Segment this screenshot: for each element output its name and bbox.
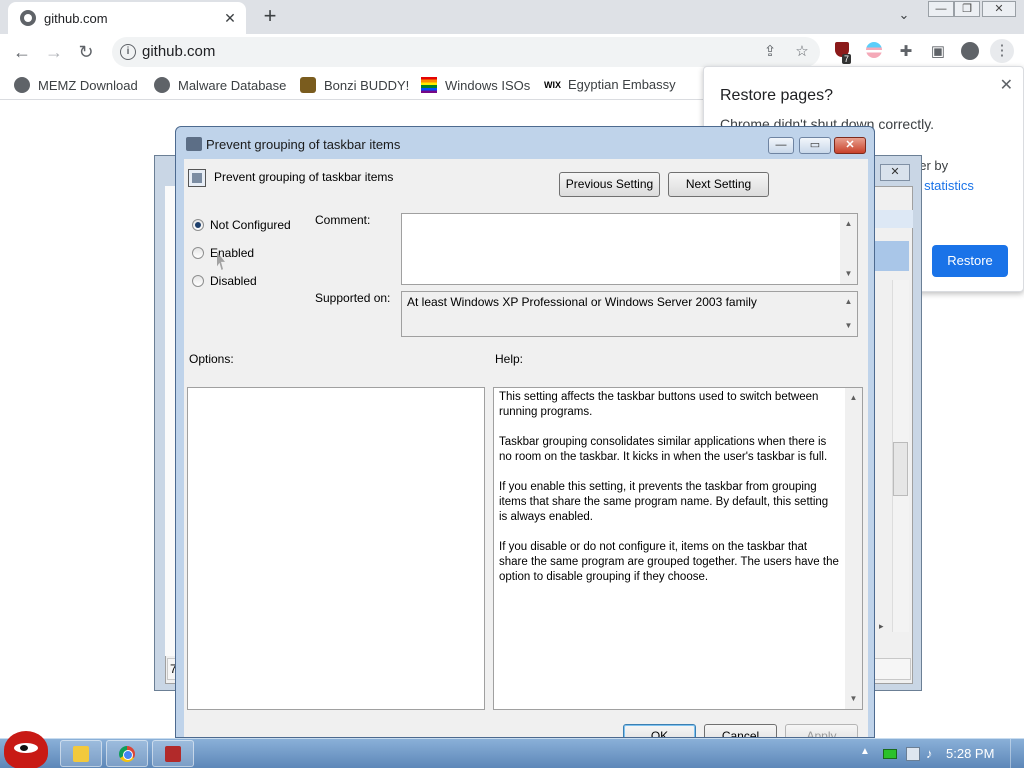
reload-icon[interactable]: ↻ xyxy=(74,40,98,64)
help-paragraph: This setting affects the taskbar buttons… xyxy=(499,391,819,418)
taskbar-chrome[interactable] xyxy=(106,740,148,767)
extension-badge: 7 xyxy=(842,54,852,64)
bookmark-windows-isos[interactable]: Windows ISOs xyxy=(421,77,530,95)
globe-icon xyxy=(14,77,30,93)
scroll-up-arrow[interactable]: ▲ xyxy=(840,216,857,232)
forward-icon[interactable]: → xyxy=(42,40,66,64)
help-text: This setting affects the taskbar buttons… xyxy=(499,390,839,600)
restore-title: Restore pages? xyxy=(720,87,833,104)
help-paragraph: Taskbar grouping consolidates similar ap… xyxy=(499,436,828,463)
comment-scrollbar[interactable]: ▲ ▼ xyxy=(840,214,857,284)
new-tab-button[interactable]: + xyxy=(258,5,282,29)
tab-strip: github.com ✕ + ⌄ — ❐ ✕ xyxy=(0,0,1024,34)
close-icon[interactable]: ✕ xyxy=(1000,75,1013,95)
previous-setting-button[interactable]: Previous Setting xyxy=(559,172,660,197)
bookmark-bonzi-buddy[interactable]: Bonzi BUDDY! xyxy=(300,77,409,95)
tab-title: github.com xyxy=(44,11,108,26)
back-icon[interactable]: ← xyxy=(10,40,34,64)
scroll-right-arrow[interactable]: ▸ xyxy=(873,618,911,634)
dialog-title: Prevent grouping of taskbar items xyxy=(206,137,401,152)
policy-window-icon xyxy=(186,137,202,151)
supported-scrollbar[interactable]: ▲ ▼ xyxy=(840,292,857,336)
close-window-button[interactable]: ✕ xyxy=(880,164,910,181)
help-label: Help: xyxy=(495,352,524,366)
scroll-down-arrow[interactable]: ▼ xyxy=(840,266,857,282)
radio-button[interactable] xyxy=(192,275,204,287)
cancel-button[interactable]: Cancel xyxy=(704,724,777,737)
ok-button[interactable]: OK xyxy=(623,724,696,737)
help-pane: This setting affects the taskbar buttons… xyxy=(493,387,863,710)
tab-search-icon[interactable]: ⌄ xyxy=(894,7,914,27)
rainbow-flag-icon xyxy=(421,77,437,93)
editor-scroll-thumb[interactable] xyxy=(893,442,908,496)
comment-textarea[interactable]: ▲ ▼ xyxy=(401,213,858,285)
close-window-button[interactable]: ✕ xyxy=(982,1,1016,17)
editor-toolbar-strip xyxy=(873,210,913,228)
chrome-icon xyxy=(119,746,135,762)
bookmark-egyptian-embassy[interactable]: WIX Egyptian Embassy xyxy=(544,77,676,95)
bookmark-star-icon[interactable]: ☆ xyxy=(792,42,812,62)
restore-button[interactable]: Restore xyxy=(932,245,1008,277)
address-bar[interactable]: i github.com ⇪ ☆ xyxy=(112,37,820,67)
scroll-down-arrow[interactable]: ▼ xyxy=(845,691,862,707)
supported-on-value: At least Windows XP Professional or Wind… xyxy=(407,295,757,309)
start-button[interactable] xyxy=(4,731,48,768)
dialog-client-area: Prevent grouping of taskbar items Previo… xyxy=(184,159,868,737)
radio-button[interactable] xyxy=(192,247,204,259)
site-info-icon[interactable]: i xyxy=(120,44,136,60)
bookmark-malware-database[interactable]: Malware Database xyxy=(154,77,286,95)
share-icon[interactable]: ⇪ xyxy=(760,42,780,62)
comment-label: Comment: xyxy=(315,213,371,227)
clock[interactable]: 5:28 PM xyxy=(946,746,994,761)
show-desktop-button[interactable] xyxy=(1010,739,1024,768)
help-paragraph: If you enable this setting, it prevents … xyxy=(499,481,829,523)
supported-on-label: Supported on: xyxy=(315,291,391,305)
taskbar-explorer[interactable] xyxy=(60,740,102,767)
wix-icon: WIX xyxy=(544,80,561,90)
next-setting-button[interactable]: Next Setting xyxy=(668,172,769,197)
close-tab-icon[interactable]: ✕ xyxy=(220,8,240,28)
taskbar-group-policy[interactable] xyxy=(152,740,194,767)
browser-toolbar: ← → ↻ i github.com ⇪ ☆ 7 ✚ ▣ ⋮ xyxy=(0,34,1024,70)
minimize-button[interactable]: — xyxy=(768,137,794,154)
extension-flag-icon[interactable] xyxy=(864,42,884,62)
help-scrollbar[interactable]: ▲ ▼ xyxy=(845,388,862,709)
policy-name: Prevent grouping of taskbar items xyxy=(214,170,394,184)
apply-button[interactable]: Apply xyxy=(785,724,858,737)
show-hidden-icons-icon[interactable]: ▲ xyxy=(860,746,870,757)
folder-icon xyxy=(73,746,89,762)
supported-on-field: At least Windows XP Professional or Wind… xyxy=(401,291,858,337)
policy-setting-icon xyxy=(188,169,206,187)
minimize-window-button[interactable]: — xyxy=(928,1,954,17)
volume-icon[interactable]: ♪ xyxy=(926,746,933,761)
profile-avatar-icon[interactable] xyxy=(960,42,980,62)
globe-icon xyxy=(20,10,36,26)
network-icon[interactable] xyxy=(906,747,920,761)
editor-header-strip xyxy=(873,241,909,271)
url-text[interactable]: github.com xyxy=(142,43,215,60)
bonzi-icon xyxy=(300,77,316,93)
scroll-up-arrow[interactable]: ▲ xyxy=(840,294,857,310)
group-policy-icon xyxy=(165,746,181,762)
battery-icon[interactable] xyxy=(883,749,897,759)
options-pane xyxy=(187,387,485,710)
chrome-menu-icon[interactable]: ⋮ xyxy=(990,39,1014,63)
options-label: Options: xyxy=(189,352,234,366)
bookmark-memz[interactable]: MEMZ Download xyxy=(14,77,138,95)
browser-tab[interactable]: github.com ✕ xyxy=(8,2,246,34)
maximize-button[interactable]: ▭ xyxy=(799,137,831,154)
taskbar: ▲ ♪ 5:28 PM xyxy=(0,731,1024,768)
scroll-up-arrow[interactable]: ▲ xyxy=(845,390,862,406)
globe-icon xyxy=(154,77,170,93)
close-button[interactable]: ✕ xyxy=(834,137,866,154)
scroll-down-arrow[interactable]: ▼ xyxy=(840,318,857,334)
side-panel-icon[interactable]: ▣ xyxy=(928,42,948,62)
restore-window-button[interactable]: ❐ xyxy=(954,1,980,17)
extensions-puzzle-icon[interactable]: ✚ xyxy=(896,42,916,62)
help-paragraph: If you disable or do not configure it, i… xyxy=(499,541,839,583)
radio-button-checked[interactable] xyxy=(192,219,204,231)
policy-dialog: Prevent grouping of taskbar items — ▭ ✕ … xyxy=(175,126,875,738)
